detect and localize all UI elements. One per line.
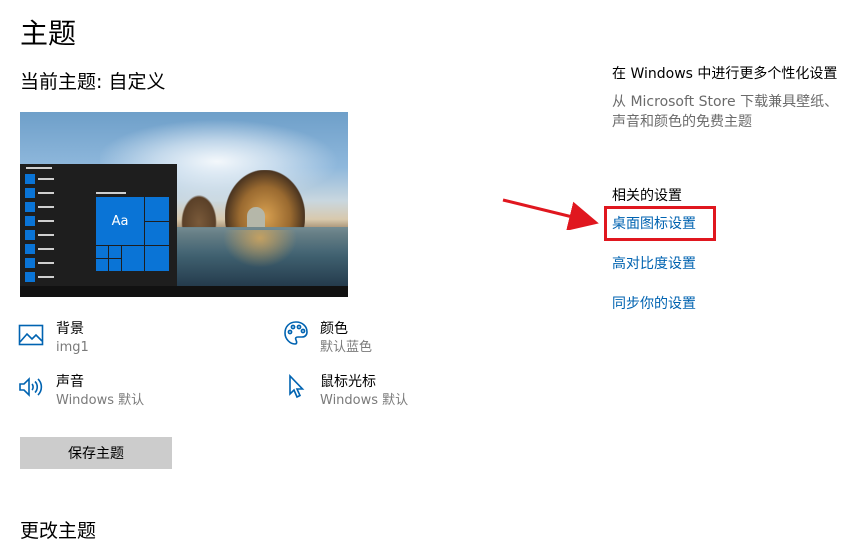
preview-rail-line	[38, 248, 54, 250]
current-theme-label: 当前主题: 自定义	[20, 71, 166, 93]
cursor-setting[interactable]: 鼠标光标 Windows 默认	[283, 373, 503, 413]
preview-rock	[178, 190, 220, 228]
save-theme-button[interactable]: 保存主题	[20, 437, 172, 469]
preview-rail-block	[25, 258, 35, 268]
preview-rail-block	[25, 216, 35, 226]
background-value: img1	[56, 340, 89, 355]
preview-tile	[144, 196, 170, 222]
sound-setting[interactable]: 声音 Windows 默认	[18, 373, 238, 413]
background-setting[interactable]: 背景 img1	[18, 320, 238, 360]
personalize-heading: 在 Windows 中进行更多个性化设置	[612, 66, 838, 82]
preview-rail-line	[38, 234, 54, 236]
preview-start-menu: Aa	[20, 164, 177, 286]
background-title: 背景	[56, 321, 84, 337]
preview-rail-block	[25, 202, 35, 212]
cursor-icon	[283, 374, 309, 400]
preview-rail-line	[26, 167, 52, 169]
preview-rail-block	[25, 272, 35, 282]
preview-tile	[95, 258, 109, 272]
high-contrast-settings-link[interactable]: 高对比度设置	[612, 254, 696, 274]
preview-rail-block	[25, 174, 35, 184]
related-settings-heading: 相关的设置	[612, 188, 682, 204]
palette-icon	[283, 320, 309, 346]
preview-tile	[121, 245, 145, 272]
page-title: 主题	[20, 17, 77, 50]
preview-rail-block	[25, 244, 35, 254]
preview-group-line	[96, 192, 126, 194]
preview-rail-line	[38, 178, 54, 180]
speaker-icon	[18, 374, 44, 400]
color-value: 默认蓝色	[320, 340, 373, 355]
cursor-value: Windows 默认	[320, 393, 409, 408]
cursor-title: 鼠标光标	[320, 374, 376, 390]
preview-rail-line	[38, 276, 54, 278]
preview-tile	[108, 258, 122, 272]
color-title: 颜色	[320, 321, 348, 337]
preview-rail-line	[38, 192, 54, 194]
preview-arch-opening	[247, 207, 265, 227]
annotation-arrow-icon	[502, 198, 599, 230]
preview-rail-line	[38, 220, 54, 222]
picture-icon	[18, 322, 44, 348]
preview-rail-line	[38, 262, 54, 264]
preview-rock-arch	[225, 170, 305, 228]
preview-tile	[144, 221, 170, 246]
theme-preview: Aa	[20, 112, 348, 297]
sound-title: 声音	[56, 374, 84, 390]
change-theme-heading: 更改主题	[20, 520, 97, 542]
preview-reflection	[220, 230, 300, 270]
color-setting[interactable]: 颜色 默认蓝色	[283, 320, 503, 360]
preview-tile	[108, 245, 122, 259]
preview-tile-large: Aa	[95, 196, 145, 246]
personalize-description: 从 Microsoft Store 下载兼具壁纸、声音和颜色的免费主题	[612, 94, 839, 130]
sync-settings-link[interactable]: 同步你的设置	[612, 294, 696, 314]
preview-rail-block	[25, 230, 35, 240]
preview-taskbar	[20, 286, 348, 297]
preview-rail-block	[25, 188, 35, 198]
highlight-box	[604, 206, 716, 241]
preview-tile	[95, 245, 109, 259]
preview-rail-line	[38, 206, 54, 208]
sound-value: Windows 默认	[56, 393, 145, 408]
preview-tile	[144, 245, 170, 272]
